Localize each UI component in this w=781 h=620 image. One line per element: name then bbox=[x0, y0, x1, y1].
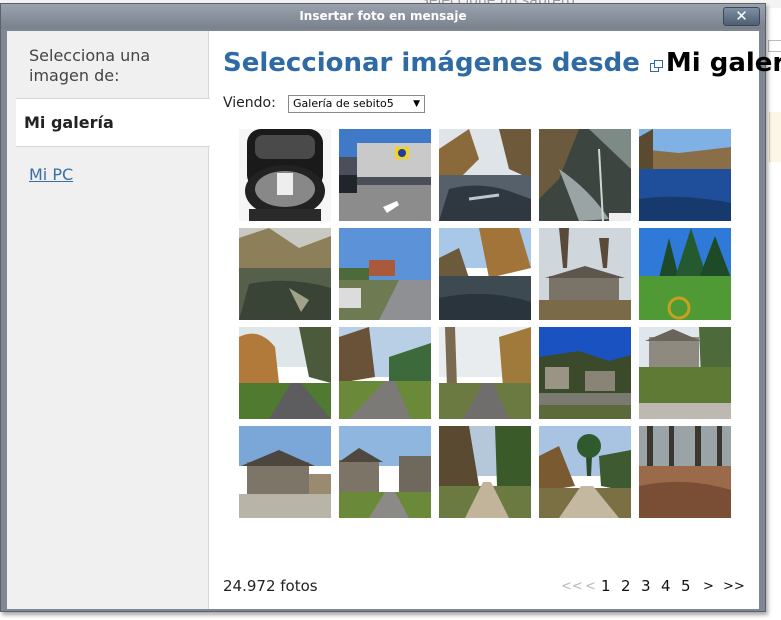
photo-thumbnail[interactable] bbox=[639, 228, 731, 320]
pagination-page-4[interactable]: 4 bbox=[661, 577, 671, 595]
background-edge-panel bbox=[769, 112, 781, 162]
dialog-content: Selecciona una imagen de: Mi galería Mi … bbox=[7, 31, 781, 609]
photo-count: 24.972 fotos bbox=[223, 577, 318, 595]
photo-thumbnail[interactable] bbox=[639, 327, 731, 419]
photo-thumbnail[interactable] bbox=[239, 327, 331, 419]
photo-thumbnail[interactable] bbox=[339, 129, 431, 221]
photo-thumbnail[interactable] bbox=[339, 426, 431, 518]
dropdown-arrow-icon: ▼ bbox=[413, 99, 420, 109]
photo-thumbnail[interactable] bbox=[539, 426, 631, 518]
page-title-source: Mi galería bbox=[665, 48, 781, 78]
sidebar-item-label: Mi galería bbox=[24, 113, 114, 132]
source-sidebar: Selecciona una imagen de: Mi galería Mi … bbox=[7, 31, 210, 609]
photo-thumbnail[interactable] bbox=[639, 426, 731, 518]
photo-thumbnail[interactable] bbox=[439, 426, 531, 518]
sidebar-heading: Selecciona una imagen de: bbox=[29, 46, 151, 85]
external-link-icon bbox=[649, 47, 664, 72]
photo-thumbnail[interactable] bbox=[439, 129, 531, 221]
photo-thumbnail[interactable] bbox=[339, 327, 431, 419]
photo-thumbnail[interactable] bbox=[439, 327, 531, 419]
pagination-page-1[interactable]: 1 bbox=[601, 577, 611, 595]
photo-thumbnail[interactable] bbox=[539, 129, 631, 221]
sidebar-item-my-pc[interactable]: Mi PC bbox=[29, 165, 73, 184]
photo-thumbnail[interactable] bbox=[239, 228, 331, 320]
pagination-page-2[interactable]: 2 bbox=[621, 577, 631, 595]
pagination-prev: < bbox=[585, 579, 596, 594]
viewing-label: Viendo: bbox=[223, 95, 276, 111]
photo-thumbnail[interactable] bbox=[539, 327, 631, 419]
insert-photo-dialog: Insertar foto en mensaje ✕ Selecciona un… bbox=[0, 3, 781, 612]
pagination: << < 1 2 3 4 5 > >> bbox=[561, 577, 751, 597]
dialog-title: Insertar foto en mensaje bbox=[299, 9, 467, 23]
close-icon: ✕ bbox=[735, 7, 748, 25]
photo-thumbnail[interactable] bbox=[639, 129, 731, 221]
gallery-select[interactable]: Galería de sebito5 ▼ bbox=[288, 95, 425, 113]
sidebar-item-my-gallery[interactable]: Mi galería bbox=[16, 98, 210, 147]
photo-thumbnail[interactable] bbox=[439, 228, 531, 320]
pagination-page-5[interactable]: 5 bbox=[681, 577, 691, 595]
photo-thumbnail[interactable] bbox=[239, 129, 331, 221]
close-button[interactable]: ✕ bbox=[723, 7, 760, 26]
pagination-next[interactable]: > bbox=[703, 579, 714, 594]
gallery-select-value: Galería de sebito5 bbox=[293, 97, 394, 110]
pagination-page-3[interactable]: 3 bbox=[641, 577, 651, 595]
pagination-last[interactable]: >> bbox=[723, 579, 745, 594]
dialog-titlebar[interactable]: Insertar foto en mensaje ✕ bbox=[1, 4, 765, 29]
pagination-first: << bbox=[561, 579, 583, 594]
photo-thumbnail[interactable] bbox=[239, 426, 331, 518]
photo-thumbnail[interactable] bbox=[539, 228, 631, 320]
photo-thumbnail[interactable] bbox=[339, 228, 431, 320]
page-title-prefix: Seleccionar imágenes desde bbox=[223, 48, 640, 78]
page-title: Seleccionar imágenes desde Mi galería bbox=[223, 46, 781, 80]
gallery-panel: Seleccionar imágenes desde Mi galería Vie… bbox=[209, 31, 781, 609]
